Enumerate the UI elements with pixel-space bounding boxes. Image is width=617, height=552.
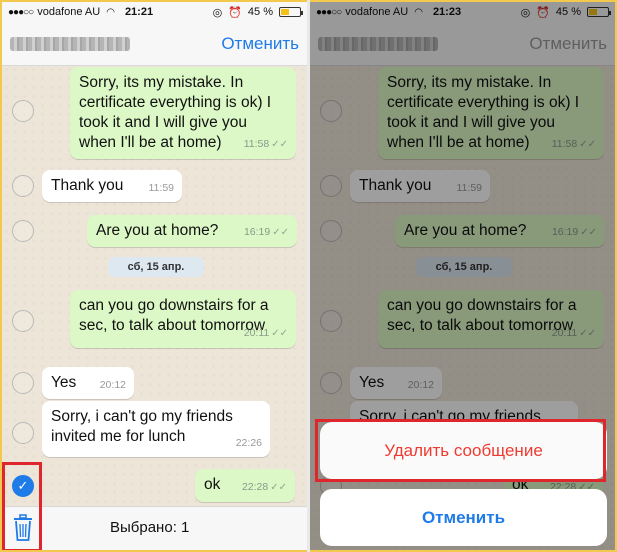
selected-count: Выбрано: 1 — [110, 519, 190, 536]
read-receipt-icon: ✓✓ — [272, 227, 289, 238]
message-time: 20:12 — [99, 379, 126, 391]
message-time: 11:58 ✓✓ — [243, 138, 288, 150]
wifi-icon: ◠ — [106, 6, 115, 18]
outgoing-message[interactable]: can you go downstairs for a sec, to talk… — [70, 290, 296, 348]
incoming-message[interactable]: Thank you 11:59 — [42, 170, 182, 202]
read-receipt-icon: ✓✓ — [271, 328, 288, 339]
orientation-lock-icon: ◎ — [212, 6, 223, 19]
nav-bar: Отменить — [2, 22, 307, 66]
action-cancel-button[interactable]: Отменить — [320, 489, 607, 546]
alarm-icon: ⏰ — [228, 6, 242, 19]
message-time: 22:26 — [235, 437, 262, 449]
outgoing-message[interactable]: Are you at home? 16:19 ✓✓ — [87, 215, 297, 247]
left-screen: ●●●○○ vodafone AU ◠ 21:21 ◎ ⏰ 45 % Отмен… — [2, 2, 307, 550]
date-separator: сб, 15 апр. — [108, 257, 204, 277]
signal-icon: ●●●○○ — [8, 6, 34, 18]
carrier-name: vodafone AU — [37, 6, 101, 18]
message-text: can you go downstairs for a sec, to talk… — [79, 297, 269, 334]
message-time: 16:19 ✓✓ — [243, 226, 289, 238]
battery-percent: 45 % — [247, 6, 273, 18]
message-text: ok — [204, 476, 221, 493]
message-list[interactable]: Sorry, its my mistake. In certificate ev… — [2, 67, 307, 550]
read-receipt-icon: ✓✓ — [271, 139, 288, 150]
message-text: Yes — [51, 374, 77, 391]
message-text: Thank you — [51, 177, 124, 194]
status-bar: ●●●○○ vodafone AU ◠ 21:21 ◎ ⏰ 45 % — [2, 2, 307, 22]
selection-toolbar: Выбрано: 1 — [2, 506, 307, 550]
select-message-checkbox[interactable] — [12, 310, 34, 332]
incoming-message[interactable]: Yes 20:12 — [42, 367, 134, 399]
incoming-message[interactable]: Sorry, i can't go my friends invited me … — [42, 401, 270, 457]
battery-icon — [279, 7, 303, 17]
outgoing-message[interactable]: Sorry, its my mistake. In certificate ev… — [70, 67, 296, 159]
message-text: Are you at home? — [96, 222, 219, 239]
select-message-checkbox[interactable] — [12, 422, 34, 444]
select-message-checkbox[interactable] — [12, 372, 34, 394]
outgoing-message[interactable]: ok 22:28 ✓✓ — [195, 469, 295, 502]
message-time: 22:28 ✓✓ — [241, 481, 287, 493]
highlight-box-selection — [2, 462, 42, 550]
message-time: 11:59 — [148, 182, 175, 194]
select-message-checkbox[interactable] — [12, 100, 34, 122]
message-time: 20:11 ✓✓ — [243, 327, 288, 339]
status-time: 21:21 — [124, 6, 154, 18]
highlight-box-delete — [315, 419, 606, 482]
select-message-checkbox[interactable] — [12, 220, 34, 242]
read-receipt-icon: ✓✓ — [270, 482, 287, 493]
message-text: Sorry, its my mistake. In certificate ev… — [79, 74, 272, 151]
battery-fill — [281, 9, 290, 15]
select-message-checkbox[interactable] — [12, 175, 34, 197]
cancel-button[interactable]: Отменить — [221, 34, 299, 54]
right-screen: ●●●○○ vodafone AU ◠ 21:23 ◎ ⏰ 45 % Отмен… — [310, 2, 615, 550]
message-text: Sorry, i can't go my friends invited me … — [51, 408, 233, 445]
contact-name-blurred — [10, 36, 130, 51]
